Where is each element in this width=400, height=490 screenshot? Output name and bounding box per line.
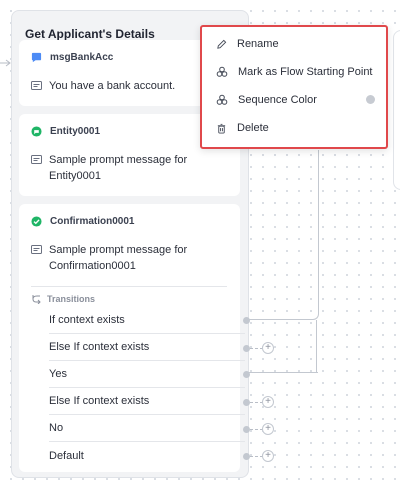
transitions-label: Transitions	[47, 294, 96, 304]
add-connection-button[interactable]: +	[262, 342, 274, 354]
transitions-icon	[32, 295, 41, 304]
card-name: Entity0001	[50, 126, 101, 137]
entity-chat-icon	[31, 126, 42, 137]
menu-item-mark-start[interactable]: Mark as Flow Starting Point	[216, 64, 373, 80]
flow-start-icon	[216, 66, 228, 77]
transition-row[interactable]: Else If context exists	[49, 388, 245, 415]
transition-port[interactable]	[243, 317, 250, 324]
card-message: Sample prompt message for Entity0001	[49, 154, 188, 182]
section-divider	[31, 286, 227, 287]
node-title: Get Applicant's Details	[25, 27, 155, 41]
transition-port[interactable]	[243, 345, 250, 352]
trash-icon	[217, 123, 226, 134]
node-context-menu: Rename Mark as Flow Starting Point Seque…	[200, 25, 388, 149]
connector-line-yes	[248, 150, 318, 373]
message-bubble-icon	[31, 52, 42, 63]
transition-row[interactable]: Yes	[49, 361, 245, 388]
add-connection-button[interactable]: +	[262, 423, 274, 435]
check-circle-icon	[31, 216, 42, 227]
card-message: Sample prompt message for Confirmation00…	[49, 244, 188, 272]
card-name: Confirmation0001	[50, 216, 135, 227]
transition-row[interactable]: No	[49, 415, 245, 442]
menu-item-rename[interactable]: Rename	[216, 36, 279, 52]
sequence-color-swatch[interactable]	[366, 95, 375, 104]
transition-port[interactable]	[243, 426, 250, 433]
message-box-icon	[31, 81, 42, 90]
menu-item-sequence-color[interactable]: Sequence Color	[216, 92, 317, 108]
add-connection-button[interactable]: +	[262, 396, 274, 408]
card-confirmation0001[interactable]: Confirmation0001 Sample prompt message f…	[19, 204, 245, 472]
transition-row[interactable]: Else If context exists	[49, 334, 245, 361]
menu-item-delete[interactable]: Delete	[216, 120, 269, 136]
palette-icon	[216, 94, 228, 105]
message-box-icon	[31, 155, 42, 164]
transition-port[interactable]	[243, 371, 250, 378]
card-name: msgBankAcc	[50, 52, 114, 63]
add-connection-button[interactable]: +	[262, 450, 274, 462]
transition-port[interactable]	[243, 453, 250, 460]
transition-row[interactable]: Default	[49, 442, 245, 469]
connector-line-yes-vertical	[316, 320, 317, 373]
message-box-icon	[31, 245, 42, 254]
adjacent-node-panel	[393, 30, 400, 190]
transition-port[interactable]	[243, 399, 250, 406]
transition-row[interactable]: If context exists	[49, 307, 245, 334]
pencil-icon	[217, 39, 227, 49]
